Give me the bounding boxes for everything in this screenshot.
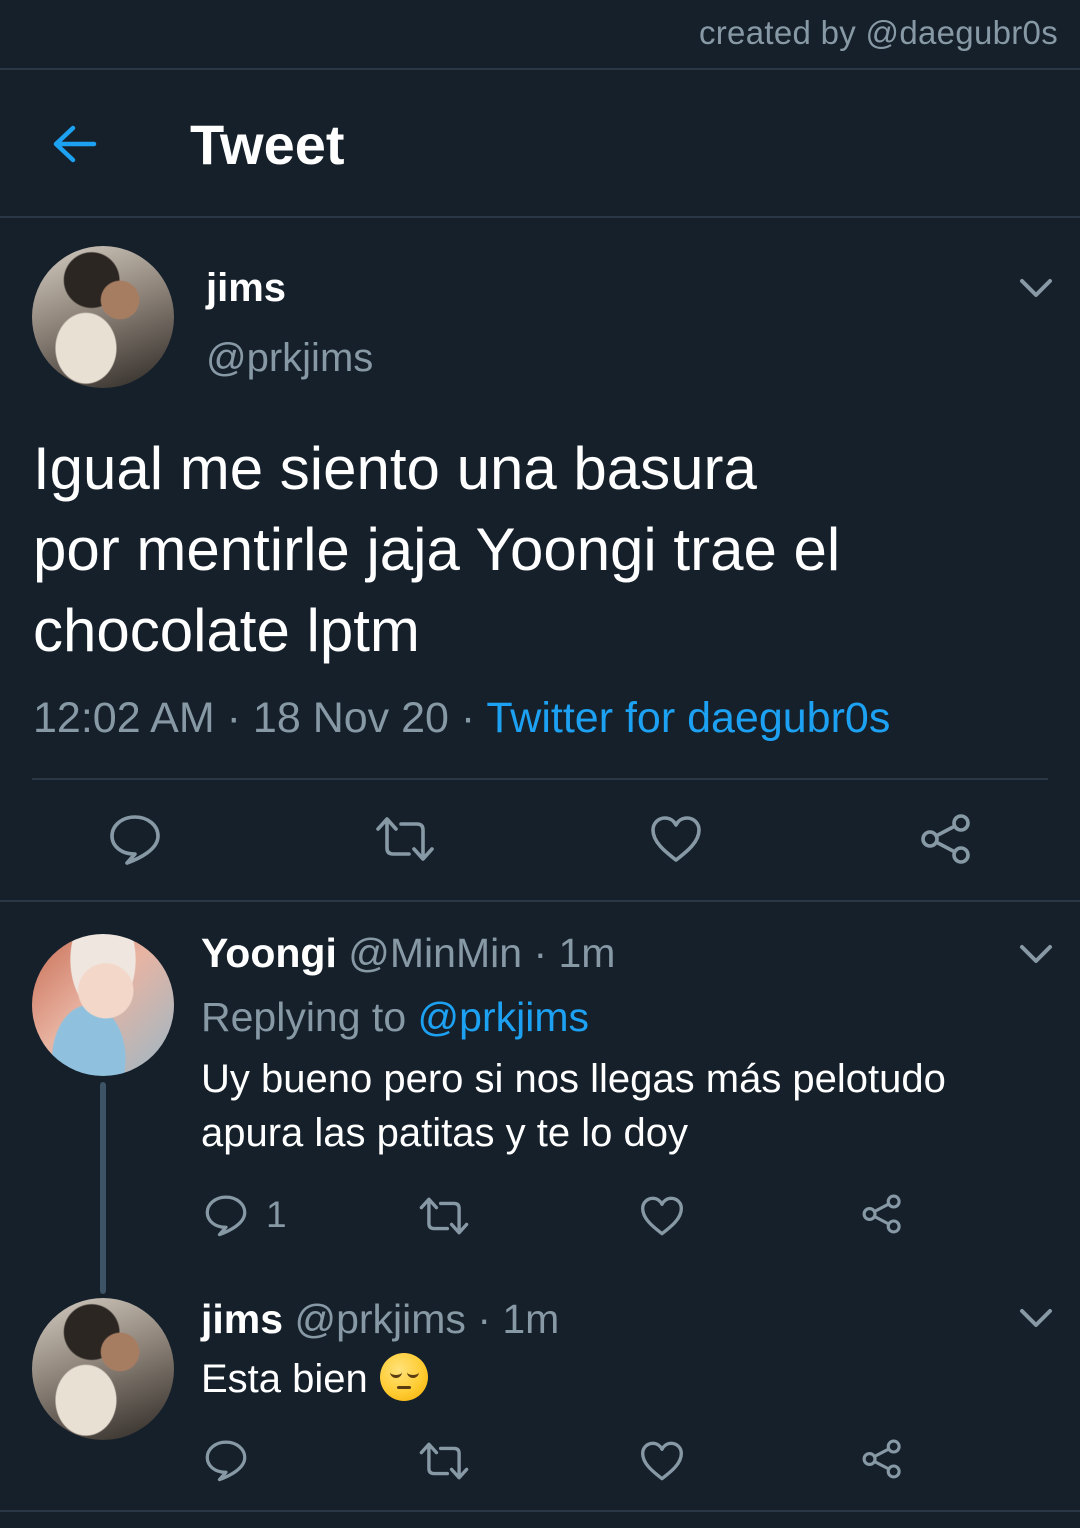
arrow-left-icon (53, 125, 97, 163)
comment-icon (110, 815, 160, 865)
thread-line (100, 1082, 106, 1294)
creator-credit: created by @daegubr0s (698, 14, 1058, 51)
heart-icon (641, 1441, 683, 1481)
bottom-divider (0, 1510, 1080, 1512)
tweet-text-line: por mentirle jaja Yoongi trae el (33, 516, 841, 583)
meta-divider (32, 778, 1048, 780)
avatar[interactable] (32, 1298, 174, 1440)
avatar[interactable] (32, 246, 174, 388)
tweet-meta: 12:02 AM · 18 Nov 20 · Twitter for daegu… (33, 694, 890, 743)
tweet-date: 18 Nov 20 (252, 694, 449, 742)
author-name[interactable]: jims (206, 266, 286, 311)
meta-separator: · (460, 694, 476, 742)
reply-text: Uy bueno pero si nos llegas más pelotudo… (201, 1052, 1041, 1160)
comment-icon (205, 1195, 247, 1237)
share-button[interactable] (860, 1193, 904, 1235)
like-button[interactable] (640, 1195, 684, 1237)
replying-to: Replying to @prkjims (201, 994, 589, 1041)
share-button[interactable] (918, 812, 974, 866)
tweet-text-line: chocolate lptm (33, 597, 420, 664)
reply-button[interactable]: 1 (204, 1193, 287, 1237)
retweet-button[interactable] (374, 814, 436, 864)
retweet-button[interactable] (418, 1440, 470, 1482)
avatar[interactable] (32, 934, 174, 1076)
heart-icon (641, 1196, 683, 1236)
share-icon (862, 1439, 901, 1479)
share-icon (921, 814, 970, 864)
retweet-button[interactable] (418, 1195, 470, 1237)
reply-author-name[interactable]: jims (201, 1296, 283, 1342)
reply-text-line: Esta bien (201, 1357, 368, 1401)
page-title: Tweet (190, 113, 345, 176)
pensive-face-emoji (379, 1353, 428, 1401)
retweet-icon (376, 817, 434, 861)
like-button[interactable] (650, 814, 702, 864)
replying-label: Replying to (201, 994, 407, 1040)
comment-icon (205, 1440, 247, 1482)
reply-age: 1m (558, 930, 616, 976)
reply-text: Esta bien (201, 1352, 1041, 1406)
share-icon (862, 1194, 901, 1234)
heart-icon (651, 816, 701, 862)
reply-button[interactable] (108, 812, 162, 866)
tweet-text: Igual me siento una basura por mentirle … (33, 428, 1043, 671)
tweet-time: 12:02 AM (33, 694, 215, 742)
chevron-down-icon[interactable] (1018, 942, 1054, 966)
reply-button[interactable] (204, 1438, 248, 1482)
reply-author-name[interactable]: Yoongi (201, 930, 337, 976)
meta-separator: · (477, 1296, 491, 1342)
reply-header: Yoongi @MinMin · 1m (201, 930, 615, 977)
chevron-down-icon[interactable] (1018, 276, 1054, 300)
reply-author-handle[interactable]: @prkjims (294, 1296, 465, 1342)
tweet-text-line: Igual me siento una basura (33, 435, 757, 502)
back-button[interactable] (48, 118, 100, 170)
top-divider (0, 68, 1080, 70)
retweet-icon (419, 1442, 469, 1480)
reply-age: 1m (502, 1296, 560, 1342)
reply-header: jims @prkjims · 1m (201, 1296, 559, 1343)
share-button[interactable] (860, 1438, 904, 1480)
like-button[interactable] (640, 1440, 684, 1482)
chevron-down-icon[interactable] (1018, 1306, 1054, 1330)
author-handle[interactable]: @prkjims (206, 336, 373, 381)
reply-count: 1 (266, 1194, 287, 1235)
reply-text-line: Uy bueno pero si nos llegas más pelotudo (201, 1057, 946, 1101)
meta-separator: · (533, 930, 548, 976)
header-divider (0, 216, 1080, 218)
reply-text-line: apura las patitas y te lo doy (201, 1111, 688, 1155)
reply-author-handle[interactable]: @MinMin (348, 930, 522, 976)
retweet-icon (419, 1197, 469, 1235)
actions-divider (0, 900, 1080, 902)
tweet-source-link[interactable]: Twitter for daegubr0s (486, 694, 890, 742)
meta-separator: · (226, 694, 241, 742)
replying-to-link[interactable]: @prkjims (418, 994, 589, 1040)
tweet-page: created by @daegubr0s Tweet jims @prkjim… (0, 0, 1080, 1528)
